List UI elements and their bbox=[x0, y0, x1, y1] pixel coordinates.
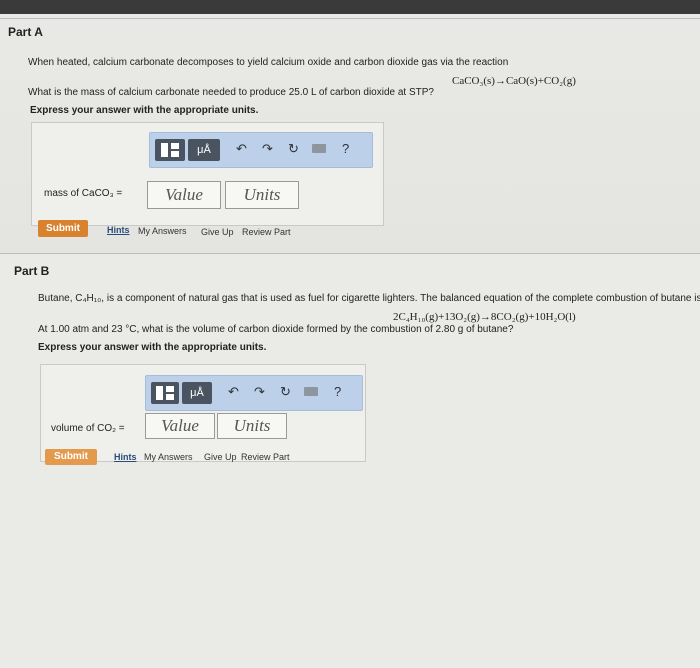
redo-icon[interactable]: ↷ bbox=[262, 141, 273, 157]
part-a-submit-button[interactable]: Submit bbox=[38, 220, 88, 237]
template-icon[interactable] bbox=[155, 139, 185, 161]
template-icon[interactable] bbox=[151, 382, 179, 404]
part-a-question-line2: What is the mass of calcium carbonate ne… bbox=[28, 87, 434, 98]
part-b-review-part-link[interactable]: Review Part bbox=[241, 452, 290, 462]
part-a-review-part-link[interactable]: Review Part bbox=[242, 227, 291, 237]
part-b-answer-label: volume of CO₂ = bbox=[51, 423, 125, 434]
part-a-toolbar: μÅ ↶ ↷ ↻ ? bbox=[149, 132, 373, 168]
mu-angstrom-button[interactable]: μÅ bbox=[188, 139, 220, 161]
part-b-value-input[interactable]: Value bbox=[145, 413, 215, 439]
part-b-section: Part B Butane, C₄H₁₀, is a component of … bbox=[0, 253, 700, 668]
keyboard-icon[interactable] bbox=[312, 144, 326, 153]
help-icon[interactable]: ? bbox=[342, 141, 349, 156]
part-b-units-input[interactable]: Units bbox=[217, 413, 287, 439]
part-a-answer-box: μÅ ↶ ↷ ↻ ? mass of CaCO₃ = Value Units bbox=[31, 122, 384, 226]
part-b-question-line2: At 1.00 atm and 23 °C, what is the volum… bbox=[38, 324, 514, 335]
redo-icon[interactable]: ↷ bbox=[254, 384, 265, 400]
undo-icon[interactable]: ↶ bbox=[228, 384, 239, 400]
screen: Part A When heated, calcium carbonate de… bbox=[0, 0, 700, 668]
part-a-give-up-link[interactable]: Give Up bbox=[201, 227, 234, 237]
part-a-equation: CaCO₃(s)→CaO(s)+CO₂(g) bbox=[452, 75, 576, 87]
reset-icon[interactable]: ↻ bbox=[280, 384, 291, 400]
part-b-instruction: Express your answer with the appropriate… bbox=[38, 342, 267, 353]
part-a-instruction: Express your answer with the appropriate… bbox=[30, 105, 259, 116]
part-a-value-input[interactable]: Value bbox=[147, 181, 221, 209]
part-b-give-up-link[interactable]: Give Up bbox=[204, 452, 237, 462]
mu-angstrom-button[interactable]: μÅ bbox=[182, 382, 212, 404]
part-a-my-answers-link[interactable]: My Answers bbox=[138, 226, 187, 236]
part-b-question-line1: Butane, C₄H₁₀, is a component of natural… bbox=[38, 293, 700, 304]
keyboard-icon[interactable] bbox=[304, 387, 318, 396]
top-bar bbox=[0, 0, 700, 14]
part-a-answer-label: mass of CaCO₃ = bbox=[44, 188, 123, 199]
part-b-toolbar: μÅ ↶ ↷ ↻ ? bbox=[145, 375, 363, 411]
part-b-equation: 2C₄H₁₀(g)+13O₂(g)→8CO₂(g)+10H₂O(l) bbox=[393, 311, 576, 323]
part-a-question-line1: When heated, calcium carbonate decompose… bbox=[28, 57, 509, 68]
undo-icon[interactable]: ↶ bbox=[236, 141, 247, 157]
part-b-submit-button[interactable]: Submit bbox=[45, 449, 97, 465]
part-b-hints-link[interactable]: Hints bbox=[114, 452, 137, 462]
part-b-my-answers-link[interactable]: My Answers bbox=[144, 452, 193, 462]
part-b-answer-box: μÅ ↶ ↷ ↻ ? volume of CO₂ = Value Units bbox=[40, 364, 366, 462]
help-icon[interactable]: ? bbox=[334, 384, 341, 399]
part-a-section: Part A When heated, calcium carbonate de… bbox=[0, 18, 700, 249]
reset-icon[interactable]: ↻ bbox=[288, 141, 299, 157]
part-b-title: Part B bbox=[14, 264, 50, 278]
part-a-hints-link[interactable]: Hints bbox=[107, 225, 130, 235]
part-a-title: Part A bbox=[8, 25, 43, 39]
part-a-units-input[interactable]: Units bbox=[225, 181, 299, 209]
